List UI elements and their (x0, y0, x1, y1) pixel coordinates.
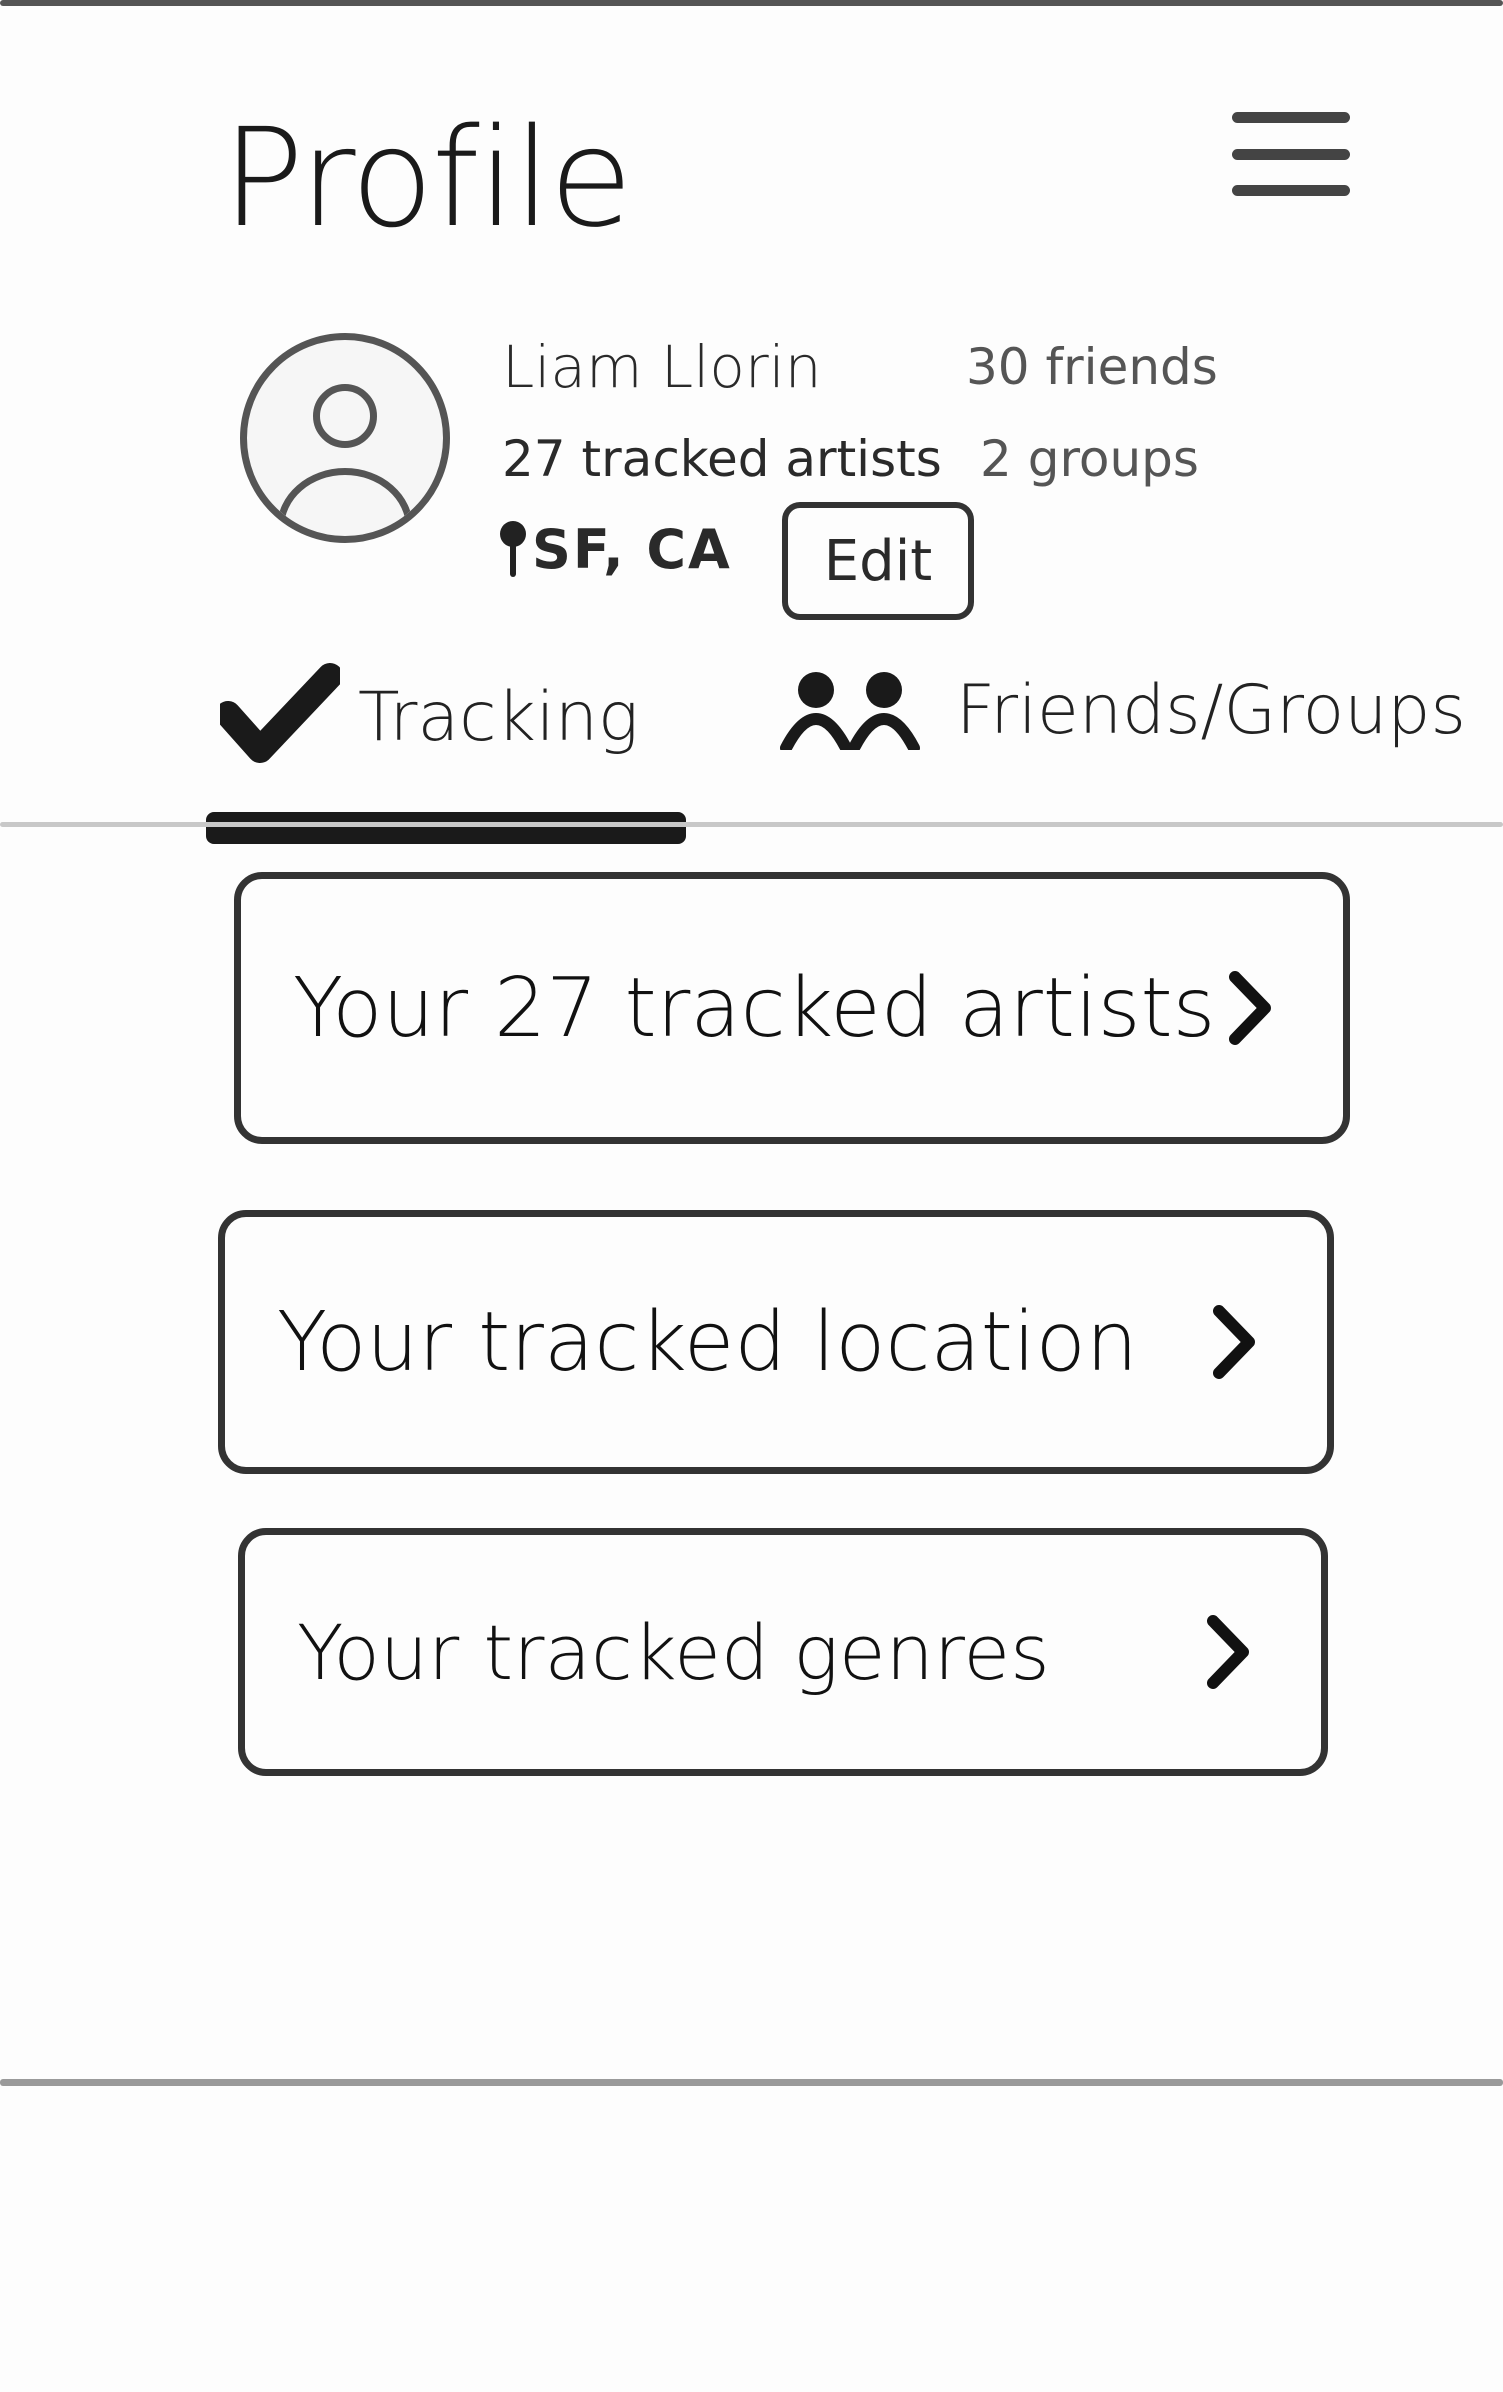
edit-profile-button[interactable]: Edit (782, 502, 974, 620)
people-icon (780, 672, 920, 750)
tab-tracking[interactable]: Tracking (220, 662, 639, 772)
tracked-genres-button[interactable]: Your tracked genres (238, 1528, 1328, 1776)
tracked-location-button[interactable]: Your tracked location (218, 1210, 1334, 1474)
menu-line (1232, 112, 1350, 123)
profile-screen: Profile Liam Llorin 27 tracked artists 3… (0, 0, 1503, 2392)
user-location: SF, CA (500, 518, 732, 581)
user-name: Liam Llorin (502, 333, 822, 401)
checkmark-icon (220, 663, 340, 763)
map-pin-icon (500, 520, 526, 579)
bottom-border-line (0, 2079, 1503, 2086)
user-avatar-icon[interactable] (240, 333, 450, 543)
chevron-right-icon (1213, 1305, 1255, 1379)
card-label: Your tracked genres (297, 1607, 1050, 1697)
location-text: SF, CA (532, 518, 732, 581)
groups-count: 2 groups (980, 430, 1199, 488)
top-border-line (0, 0, 1503, 6)
avatar-body-shape (277, 468, 413, 536)
friends-count: 30 friends (966, 338, 1218, 396)
chevron-right-icon (1207, 1615, 1249, 1689)
card-label: Your tracked location (277, 1294, 1138, 1390)
page-title: Profile (222, 100, 633, 258)
card-label: Your 27 tracked artists (293, 960, 1216, 1056)
hamburger-menu-icon[interactable] (1232, 112, 1350, 196)
tab-label: Friends/Groups (956, 670, 1466, 750)
tracked-artists-count: 27 tracked artists (502, 430, 942, 488)
tab-divider (0, 822, 1503, 827)
avatar-head-shape (313, 384, 377, 448)
active-tab-indicator (206, 812, 686, 844)
chevron-right-icon (1229, 971, 1271, 1045)
menu-line (1232, 148, 1350, 160)
tracked-artists-button[interactable]: Your 27 tracked artists (234, 872, 1350, 1144)
menu-line (1232, 185, 1350, 196)
tab-friends-groups[interactable]: Friends/Groups (780, 670, 1466, 750)
tab-label: Tracking (358, 677, 639, 757)
